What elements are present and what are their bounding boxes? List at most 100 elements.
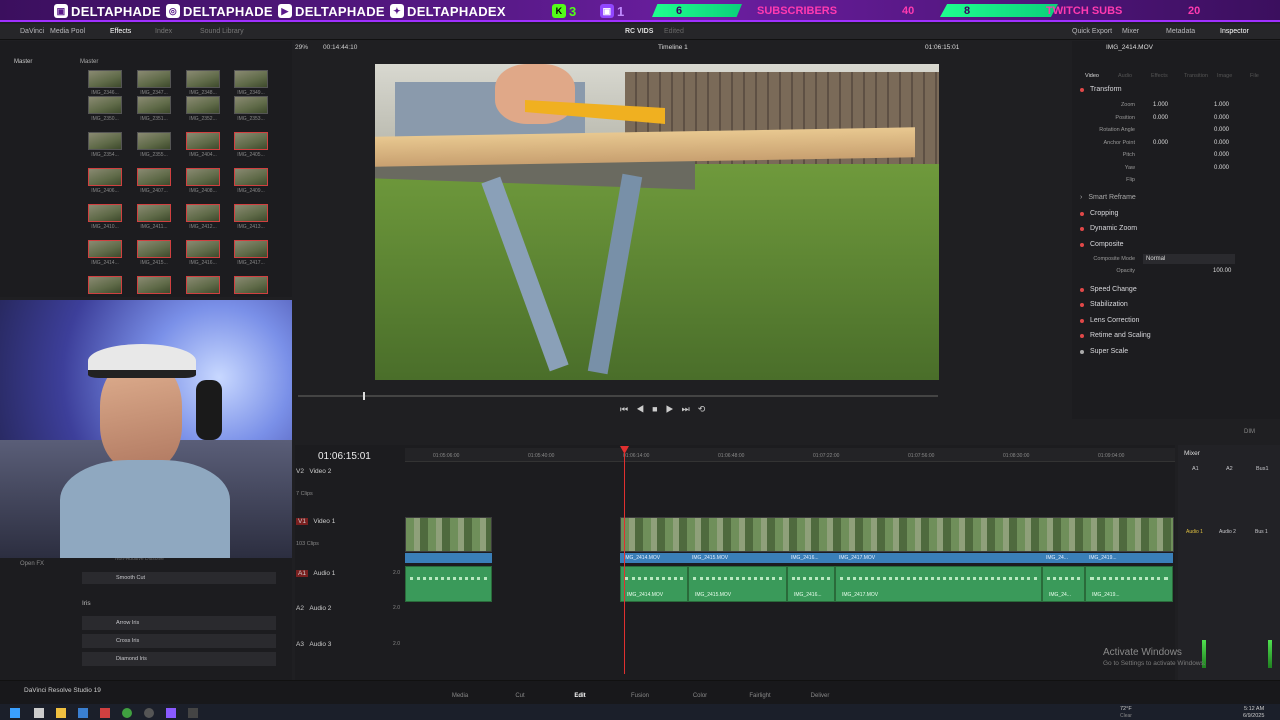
media-thumbnail[interactable] [88, 240, 122, 258]
mixer-button[interactable]: Mixer [1122, 28, 1139, 35]
media-thumbnail[interactable] [186, 96, 220, 114]
video-clip-label[interactable] [405, 553, 492, 563]
media-thumbnail[interactable] [137, 240, 171, 258]
index-button[interactable]: Index [155, 28, 172, 35]
property-value-x[interactable]: 1.000 [1153, 102, 1168, 108]
mail-icon[interactable] [78, 708, 88, 718]
audio-clip[interactable]: IMG_2419... [1085, 566, 1173, 602]
media-thumbnail[interactable] [88, 276, 122, 294]
scrubber-handle[interactable] [363, 392, 365, 400]
viewer-scrubber[interactable] [298, 395, 938, 397]
retime-section[interactable]: Retime and Scaling [1080, 332, 1151, 339]
resolve-icon[interactable] [188, 708, 198, 718]
arrow-iris-item[interactable]: Arrow Iris [82, 616, 276, 630]
property-value[interactable]: 0.000 [1214, 140, 1229, 146]
audio-clip[interactable]: IMG_24... [1042, 566, 1085, 602]
effects-button[interactable]: Effects [110, 28, 131, 35]
video-clip[interactable] [405, 517, 492, 552]
viewer-zoom[interactable]: 29% [295, 44, 308, 51]
media-thumbnail[interactable] [88, 168, 122, 186]
property-value[interactable]: 0.000 [1214, 115, 1229, 121]
media-pool-button[interactable]: Media Pool [50, 28, 85, 35]
audio-clip[interactable] [405, 566, 492, 602]
property-value[interactable]: 0.000 [1214, 152, 1229, 158]
audio-clip[interactable]: IMG_2414.MOV [620, 566, 688, 602]
media-thumbnail[interactable] [137, 96, 171, 114]
audio-clip[interactable]: IMG_2415.MOV [688, 566, 787, 602]
lens-correction-section[interactable]: Lens Correction [1080, 317, 1139, 324]
media-thumbnail[interactable] [88, 70, 122, 88]
media-thumbnail[interactable] [234, 204, 268, 222]
media-thumbnail[interactable] [186, 168, 220, 186]
folder-icon[interactable] [56, 708, 66, 718]
start-icon[interactable] [10, 708, 20, 718]
inspector-tab[interactable]: Transition [1184, 73, 1208, 79]
page-tab-deliver[interactable]: Deliver [800, 693, 840, 699]
opacity-value[interactable]: 100.00 [1213, 268, 1231, 274]
dynamic-zoom-section[interactable]: Dynamic Zoom [1080, 225, 1137, 232]
page-tab-color[interactable]: Color [680, 693, 720, 699]
page-tab-cut[interactable]: Cut [500, 693, 540, 699]
media-thumbnail[interactable] [137, 276, 171, 294]
page-tab-media[interactable]: Media [440, 693, 480, 699]
audio-clip[interactable]: IMG_2416... [787, 566, 835, 602]
super-scale-section[interactable]: Super Scale [1080, 348, 1128, 355]
speed-change-section[interactable]: Speed Change [1080, 286, 1137, 293]
media-thumbnail[interactable] [137, 132, 171, 150]
video-clip-group[interactable] [620, 517, 1174, 552]
metadata-button[interactable]: Metadata [1166, 28, 1195, 35]
playhead[interactable] [624, 448, 625, 674]
transport-controls[interactable]: ⏮◀■▶⏭⟲ [620, 404, 713, 415]
media-thumbnail[interactable] [137, 168, 171, 186]
diamond-iris-item[interactable]: Diamond Iris [82, 652, 276, 666]
sound-library-button[interactable]: Sound Library [200, 28, 244, 35]
media-thumbnail[interactable] [186, 276, 220, 294]
obs-icon[interactable] [144, 708, 154, 718]
open-fx-item[interactable]: Open FX [20, 561, 44, 567]
media-thumbnail[interactable] [88, 132, 122, 150]
video-clip-label[interactable]: IMG_2419... [1085, 553, 1173, 563]
media-thumbnail[interactable] [234, 132, 268, 150]
app-icon[interactable] [100, 708, 110, 718]
media-thumbnail[interactable] [234, 276, 268, 294]
cross-iris-item[interactable]: Cross Iris [82, 634, 276, 648]
video-clip-label[interactable]: IMG_24... [1042, 553, 1085, 563]
chrome-icon[interactable] [122, 708, 132, 718]
inspector-tab[interactable]: Audio [1118, 73, 1132, 79]
discord-icon[interactable] [166, 708, 176, 718]
smart-reframe-section[interactable]: › Smart Reframe [1080, 194, 1136, 201]
inspector-tab[interactable]: File [1250, 73, 1259, 79]
media-thumbnail[interactable] [234, 96, 268, 114]
cropping-section[interactable]: Cropping [1080, 210, 1118, 217]
inspector-button[interactable]: Inspector [1220, 28, 1249, 35]
composite-section[interactable]: Composite [1080, 241, 1123, 248]
page-tab-fusion[interactable]: Fusion [620, 693, 660, 699]
video-clip-label[interactable]: IMG_2417.MOV [835, 553, 1042, 563]
property-value-x[interactable]: 0.000 [1153, 115, 1168, 121]
media-thumbnail[interactable] [234, 240, 268, 258]
transform-section[interactable]: Transform [1080, 86, 1122, 93]
master-bin[interactable]: Master [80, 59, 98, 65]
composite-mode-select[interactable]: Normal [1143, 254, 1235, 264]
page-tab-edit[interactable]: Edit [560, 693, 600, 699]
quick-export-button[interactable]: Quick Export [1072, 28, 1112, 35]
master-tab[interactable]: Master [14, 59, 32, 65]
inspector-tab[interactable]: Effects [1151, 73, 1168, 79]
media-thumbnail[interactable] [186, 204, 220, 222]
search-icon[interactable] [34, 708, 44, 718]
property-value-x[interactable]: 0.000 [1153, 140, 1168, 146]
media-thumbnail[interactable] [186, 240, 220, 258]
video-viewer[interactable] [375, 64, 939, 380]
media-thumbnail[interactable] [186, 70, 220, 88]
media-thumbnail[interactable] [234, 70, 268, 88]
media-thumbnail[interactable] [88, 204, 122, 222]
stabilization-section[interactable]: Stabilization [1080, 301, 1128, 308]
page-tab-fairlight[interactable]: Fairlight [740, 693, 780, 699]
property-value[interactable]: 1.000 [1214, 102, 1229, 108]
media-thumbnail[interactable] [186, 132, 220, 150]
property-value[interactable]: 0.000 [1214, 127, 1229, 133]
video-clip-label[interactable]: IMG_2414.MOV [620, 553, 688, 563]
timeline-ruler[interactable] [405, 448, 1175, 462]
video-clip-label[interactable]: IMG_2415.MOV [688, 553, 787, 563]
video-clip-label[interactable]: IMG_2416... [787, 553, 835, 563]
